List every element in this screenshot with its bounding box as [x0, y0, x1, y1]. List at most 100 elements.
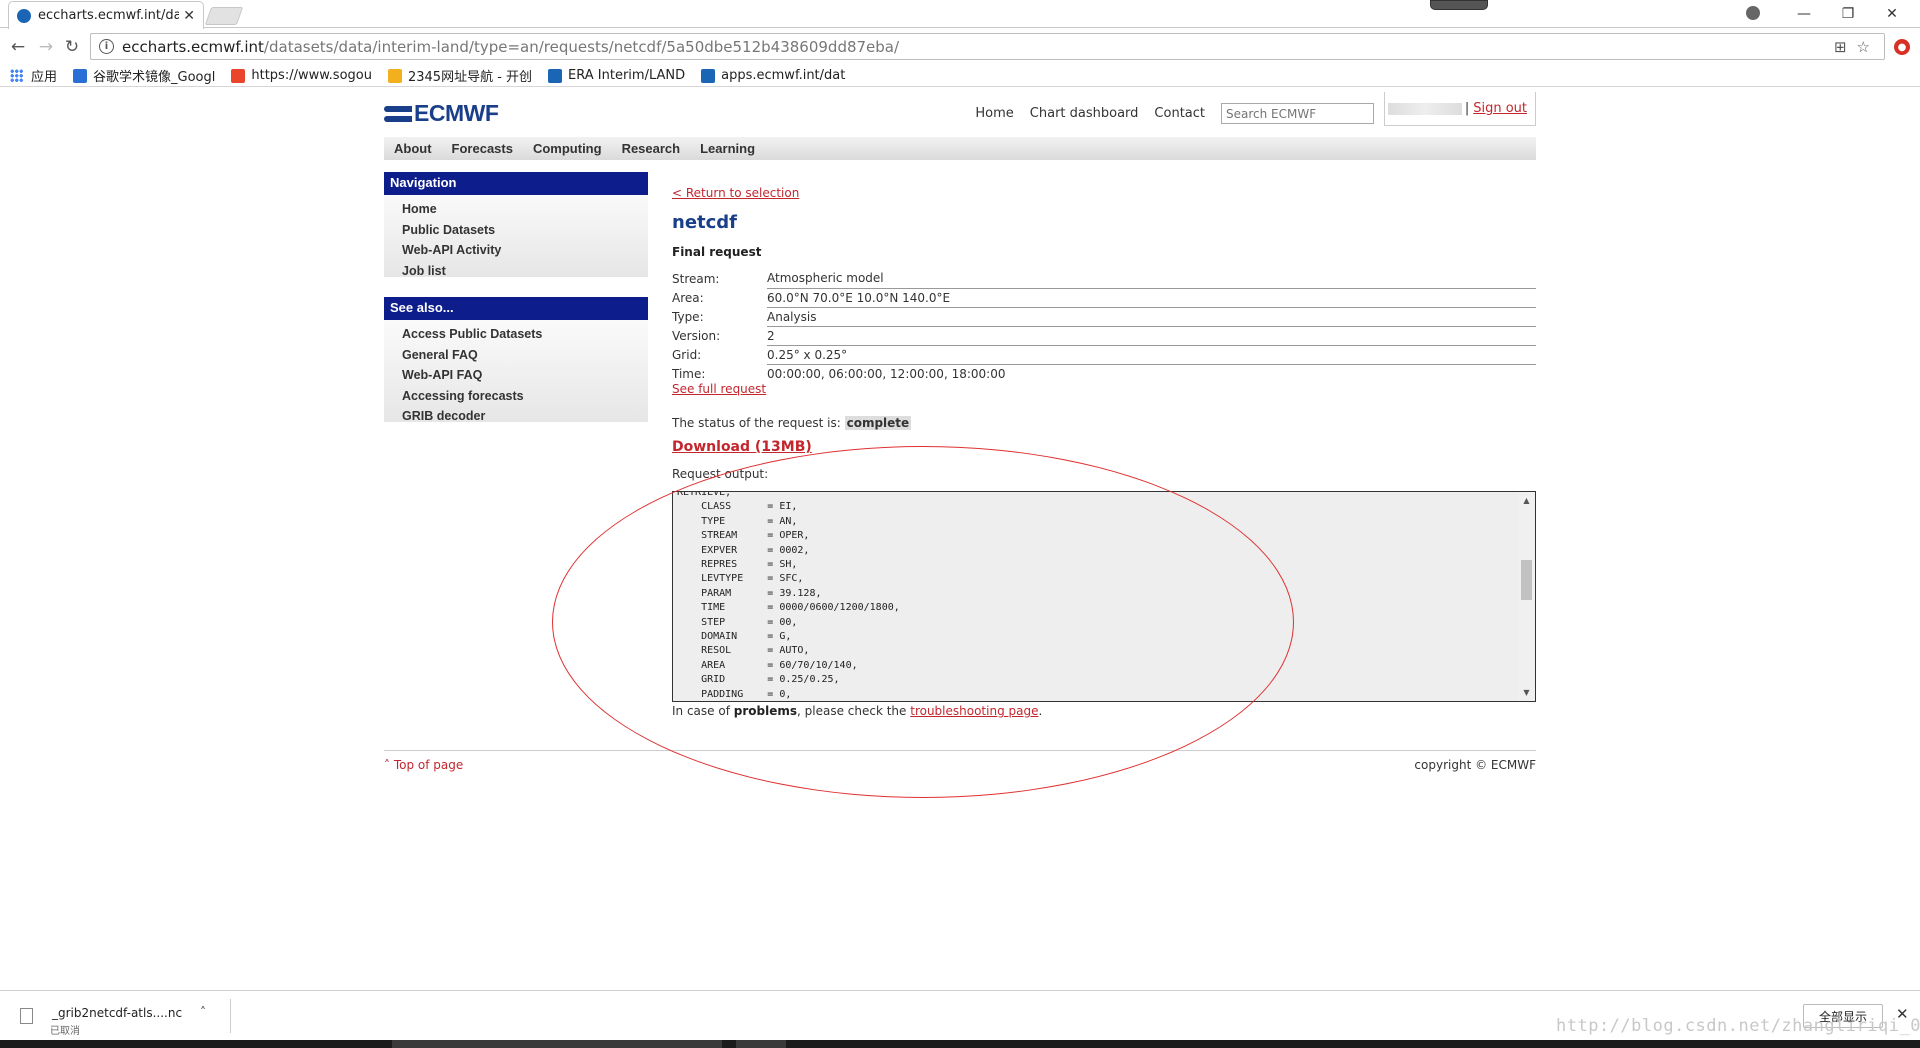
see-also-heading: See also... — [384, 297, 648, 320]
request-output-textarea[interactable]: RETRIEVE, CLASS = EI, TYPE = AN, STREAM … — [672, 491, 1536, 702]
file-icon — [20, 1008, 33, 1024]
minimize-icon[interactable]: — — [1782, 3, 1826, 25]
bookmark-star-icon[interactable]: ☆ — [1857, 38, 1870, 56]
status-line: The status of the request is: complete — [672, 416, 912, 430]
url-input[interactable]: i eccharts.ecmwf.int/datasets/data/inter… — [90, 33, 1885, 60]
scroll-down-icon[interactable]: ▼ — [1518, 684, 1535, 701]
request-value: 2 — [767, 326, 1536, 346]
troubleshooting-link[interactable]: troubleshooting page — [910, 704, 1038, 718]
final-request-heading: Final request — [672, 245, 762, 259]
see-also-access-public-datasets[interactable]: Access Public Datasets — [402, 324, 648, 345]
request-value: 0.25° x 0.25° — [767, 345, 1536, 365]
profile-icon[interactable] — [1746, 6, 1760, 20]
output-line: RESOL = AUTO, — [677, 645, 810, 657]
forward-arrow-icon[interactable]: → — [36, 37, 56, 57]
request-key: Area: — [672, 290, 704, 305]
url-path: /datasets/data/interim-land/type=an/requ… — [263, 37, 900, 56]
bookmark-apps[interactable]: 应用 — [10, 66, 57, 85]
see-also-accessing-forecasts[interactable]: Accessing forecasts — [402, 386, 648, 407]
see-also-general-faq[interactable]: General FAQ — [402, 345, 648, 366]
output-line: GRID = 0.25/0.25, — [677, 674, 840, 686]
request-output-text: RETRIEVE, CLASS = EI, TYPE = AN, STREAM … — [673, 491, 1535, 701]
search-input[interactable] — [1221, 103, 1374, 124]
request-value: 00:00:00, 06:00:00, 12:00:00, 18:00:00 — [767, 366, 1006, 381]
output-scrollbar[interactable]: ▲ ▼ — [1518, 492, 1535, 701]
sidebar-item-home[interactable]: Home — [402, 199, 648, 220]
bookmark-label: 2345网址导航 - 开创 — [407, 70, 533, 85]
taskbar-segment — [392, 1040, 722, 1048]
request-value: 60.0°N 70.0°E 10.0°N 140.0°E — [767, 288, 1536, 308]
scroll-thumb[interactable] — [1521, 560, 1532, 600]
sidebar-item-job-list[interactable]: Job list — [402, 261, 648, 282]
overlay-device-icon — [1430, 0, 1488, 10]
reload-icon[interactable]: ↻ — [62, 37, 82, 57]
output-line: PARAM = 39.128, — [677, 587, 822, 599]
bookmark-favicon-icon — [701, 68, 716, 83]
top-link-home[interactable]: Home — [975, 106, 1013, 121]
nav-learning[interactable]: Learning — [690, 141, 765, 156]
restore-icon[interactable]: ❐ — [1826, 3, 1870, 25]
bookmark-label: ERA Interim/LAND — [568, 68, 686, 83]
bookmark-item[interactable]: https://www.sogou — [231, 68, 372, 83]
nav-about[interactable]: About — [384, 141, 442, 156]
bookmark-item[interactable]: ERA Interim/LAND — [548, 68, 685, 83]
ecmwf-logo-icon — [384, 104, 412, 124]
output-line: RETRIEVE, — [677, 491, 732, 498]
new-tab-button[interactable] — [204, 7, 244, 25]
troubleshooting-note: In case of problems, please check the tr… — [672, 704, 1042, 718]
trouble-suffix: . — [1038, 704, 1043, 718]
bookmark-item[interactable]: 2345网址导航 - 开创 — [387, 66, 533, 85]
taskbar — [0, 1040, 1920, 1048]
top-of-page-link[interactable]: ˄ Top of page — [384, 758, 463, 772]
navigation-box: Navigation Home Public Datasets Web-API … — [384, 172, 648, 278]
back-arrow-icon[interactable]: ← — [8, 37, 28, 57]
bookmark-label: 应用 — [31, 70, 58, 85]
table-row: Type: Analysis — [672, 307, 1536, 327]
bookmark-item[interactable]: 谷歌学术镜像_Googl — [73, 66, 215, 85]
site-favicon-icon — [17, 8, 31, 23]
logo-text: ECMWF — [414, 100, 499, 126]
return-to-selection-link[interactable]: < Return to selection — [672, 186, 799, 200]
download-link[interactable]: Download (13MB) — [672, 439, 812, 455]
sign-out-link[interactable]: Sign out — [1473, 101, 1527, 116]
sidebar-item-public-datasets[interactable]: Public Datasets — [402, 220, 648, 241]
download-file-name[interactable]: _grib2netcdf-atls....nc — [52, 1006, 182, 1020]
output-line: STREAM = OPER, — [677, 530, 810, 542]
browser-tab[interactable]: eccharts.ecmwf.int/dat ✕ — [8, 1, 204, 29]
bookmark-label: 谷歌学术镜像_Googl — [93, 70, 216, 85]
nav-computing[interactable]: Computing — [523, 141, 612, 156]
output-line: REPRES = SH, — [677, 559, 798, 571]
tab-close-icon[interactable]: ✕ — [183, 8, 195, 24]
top-link-chart-dashboard[interactable]: Chart dashboard — [1030, 106, 1139, 121]
window-close-icon[interactable]: ✕ — [1870, 3, 1914, 25]
taskbar-segment — [736, 1040, 786, 1048]
see-also-web-api-faq[interactable]: Web-API FAQ — [402, 365, 648, 386]
see-full-request-link[interactable]: See full request — [672, 382, 766, 396]
output-line: PADDING = 0, — [677, 688, 792, 700]
request-table: Stream: Atmospheric model Area: 60.0°N 70.0… — [672, 269, 1536, 383]
page-title: netcdf — [672, 212, 738, 233]
see-also-grib-decoder[interactable]: GRIB decoder — [402, 406, 648, 427]
apps-grid-icon — [10, 69, 23, 82]
bookmark-favicon-icon — [548, 68, 563, 83]
navigation-heading: Navigation — [384, 172, 648, 195]
trouble-middle: , please check the — [797, 704, 911, 718]
nav-research[interactable]: Research — [612, 141, 691, 156]
user-separator: | — [1464, 101, 1470, 116]
sidebar-item-web-api-activity[interactable]: Web-API Activity — [402, 240, 648, 261]
output-line: STEP = 00, — [677, 616, 798, 628]
translate-icon[interactable]: ⊞ — [1834, 38, 1847, 56]
ecmwf-logo[interactable]: ECMWF — [384, 100, 499, 127]
top-links: Home Chart dashboard Contact — [959, 103, 1374, 124]
table-row: Version: 2 — [672, 326, 1536, 346]
chevron-up-icon[interactable]: ˄ — [200, 1005, 206, 1019]
scroll-up-icon[interactable]: ▲ — [1518, 492, 1535, 509]
request-key: Version: — [672, 328, 721, 343]
top-link-contact[interactable]: Contact — [1154, 106, 1205, 121]
bookmark-item[interactable]: apps.ecmwf.int/dat — [701, 68, 845, 83]
tab-title: eccharts.ecmwf.int/dat — [38, 8, 180, 23]
request-output-label: Request output: — [672, 467, 769, 481]
extension-icon[interactable]: ● — [1894, 39, 1910, 55]
nav-forecasts[interactable]: Forecasts — [442, 141, 523, 156]
info-icon[interactable]: i — [99, 39, 114, 54]
